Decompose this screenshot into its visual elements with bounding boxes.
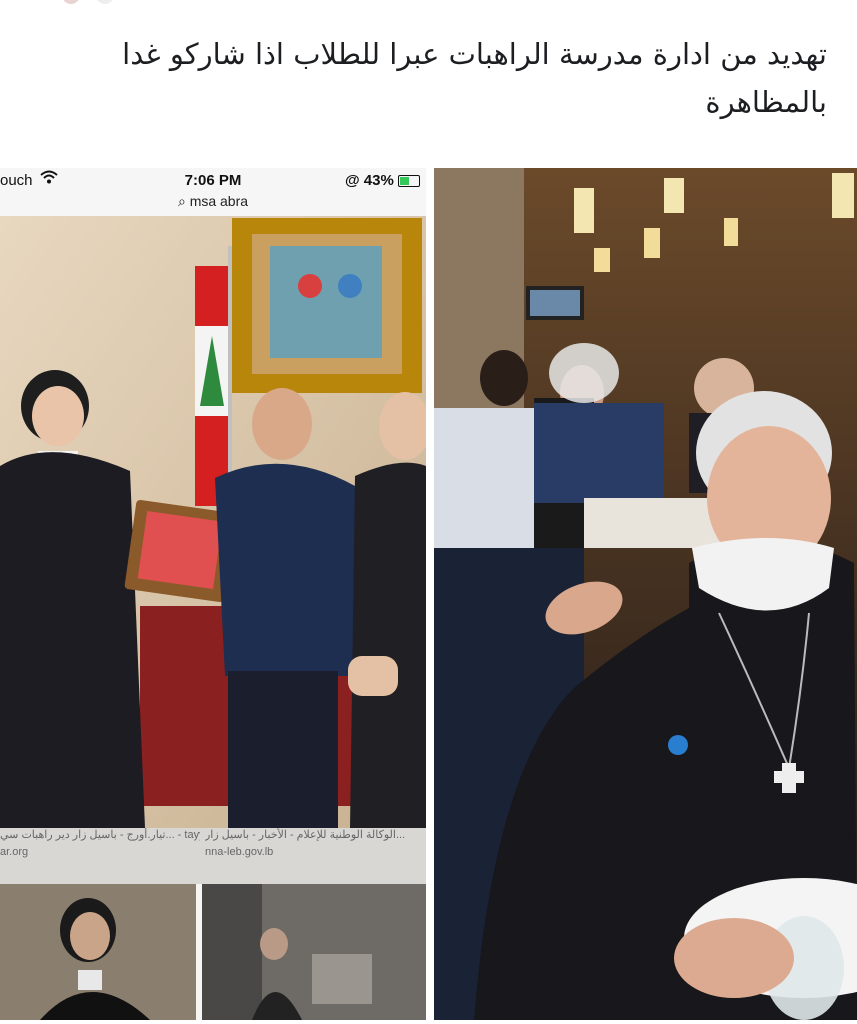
status-bar: ouch 7:06 PM @ 43% ⌕ msa abra (0, 168, 426, 216)
post-text-line: بالمظاهرة (705, 85, 827, 119)
avatar-secondary (96, 0, 114, 4)
battery-status: @ 43% (345, 172, 420, 189)
caption-domain[interactable]: ar.org (0, 846, 28, 858)
post-text-line: تهديد من ادارة مدرسة الراهبات عبرا للطلا… (122, 37, 827, 71)
search-url-bar[interactable]: ⌕ msa abra (0, 193, 426, 210)
search-icon: ⌕ (177, 193, 186, 209)
thumbnail-result[interactable] (202, 884, 426, 1020)
battery-label: @ 43% (345, 172, 394, 189)
caption-title[interactable]: الوكالة الوطنية للإعلام - الأخبار - باسي… (205, 828, 425, 841)
search-result-captions: تيار.أورج - باسيل زار دير راهبات سي... -… (0, 828, 426, 884)
avatar[interactable] (62, 0, 80, 4)
caption-domain[interactable]: nna-leb.gov.lb (205, 846, 273, 858)
post-text: تهديد من ادارة مدرسة الراهبات عبرا للطلا… (37, 30, 827, 126)
search-query: msa abra (189, 193, 249, 209)
search-result-photo[interactable] (0, 216, 426, 828)
battery-icon (398, 175, 420, 188)
left-photo-screenshot[interactable]: ouch 7:06 PM @ 43% ⌕ msa abra تيار.أورج … (0, 168, 426, 1020)
caption-title[interactable]: تيار.أورج - باسيل زار دير راهبات سي... -… (0, 828, 200, 841)
thumbnail-result[interactable] (0, 884, 196, 1020)
restaurant-photo[interactable] (434, 168, 857, 1020)
